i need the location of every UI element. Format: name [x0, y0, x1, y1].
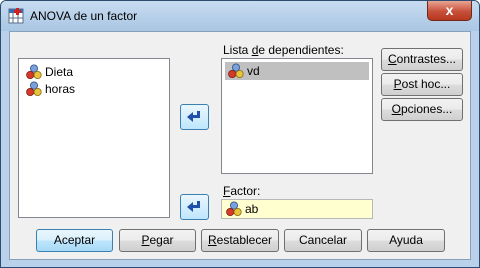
reset-button[interactable]: Restablecer	[201, 229, 279, 252]
post-hoc-button[interactable]: Post hoc...	[381, 73, 463, 96]
contrasts-button[interactable]: Contrastes...	[381, 48, 463, 71]
list-item[interactable]: Dieta	[26, 63, 73, 81]
move-to-factor-button[interactable]	[180, 194, 209, 220]
scale-variable-icon	[26, 81, 42, 96]
window-title: ANOVA de un factor	[30, 9, 138, 23]
dialog-window: ANOVA de un factor x Dieta horas Lista d…	[0, 0, 480, 268]
factor-label: Factor:	[223, 184, 261, 198]
scale-variable-icon	[26, 64, 42, 79]
move-to-dependents-button[interactable]	[180, 104, 209, 130]
paste-button[interactable]: Pegar	[119, 229, 196, 252]
title-bar[interactable]: ANOVA de un factor x	[1, 1, 479, 31]
factor-value: ab	[245, 202, 259, 216]
anova-app-icon	[8, 8, 24, 24]
list-item-label: Dieta	[45, 65, 74, 79]
list-item-label: vd	[247, 64, 260, 78]
dependents-list[interactable]: vd	[221, 58, 373, 174]
dependents-label: Lista de dependientes:	[223, 43, 344, 57]
scale-variable-icon	[226, 201, 242, 216]
factor-field[interactable]: ab	[221, 199, 373, 219]
factor-item[interactable]: ab	[226, 200, 258, 218]
options-button[interactable]: Opciones...	[381, 98, 463, 121]
scale-variable-icon	[228, 63, 244, 78]
help-button[interactable]: Ayuda	[367, 229, 445, 252]
close-icon: x	[445, 2, 454, 18]
source-variable-list[interactable]: Dieta horas	[18, 58, 170, 218]
accept-button[interactable]: Aceptar	[36, 229, 113, 252]
cancel-button[interactable]: Cancelar	[284, 229, 362, 252]
list-item-label: horas	[45, 82, 76, 96]
list-item[interactable]: horas	[26, 80, 75, 98]
list-item[interactable]: vd	[225, 62, 369, 80]
move-arrow-icon	[186, 111, 200, 122]
move-arrow-icon	[186, 201, 200, 212]
close-button[interactable]: x	[427, 1, 472, 21]
